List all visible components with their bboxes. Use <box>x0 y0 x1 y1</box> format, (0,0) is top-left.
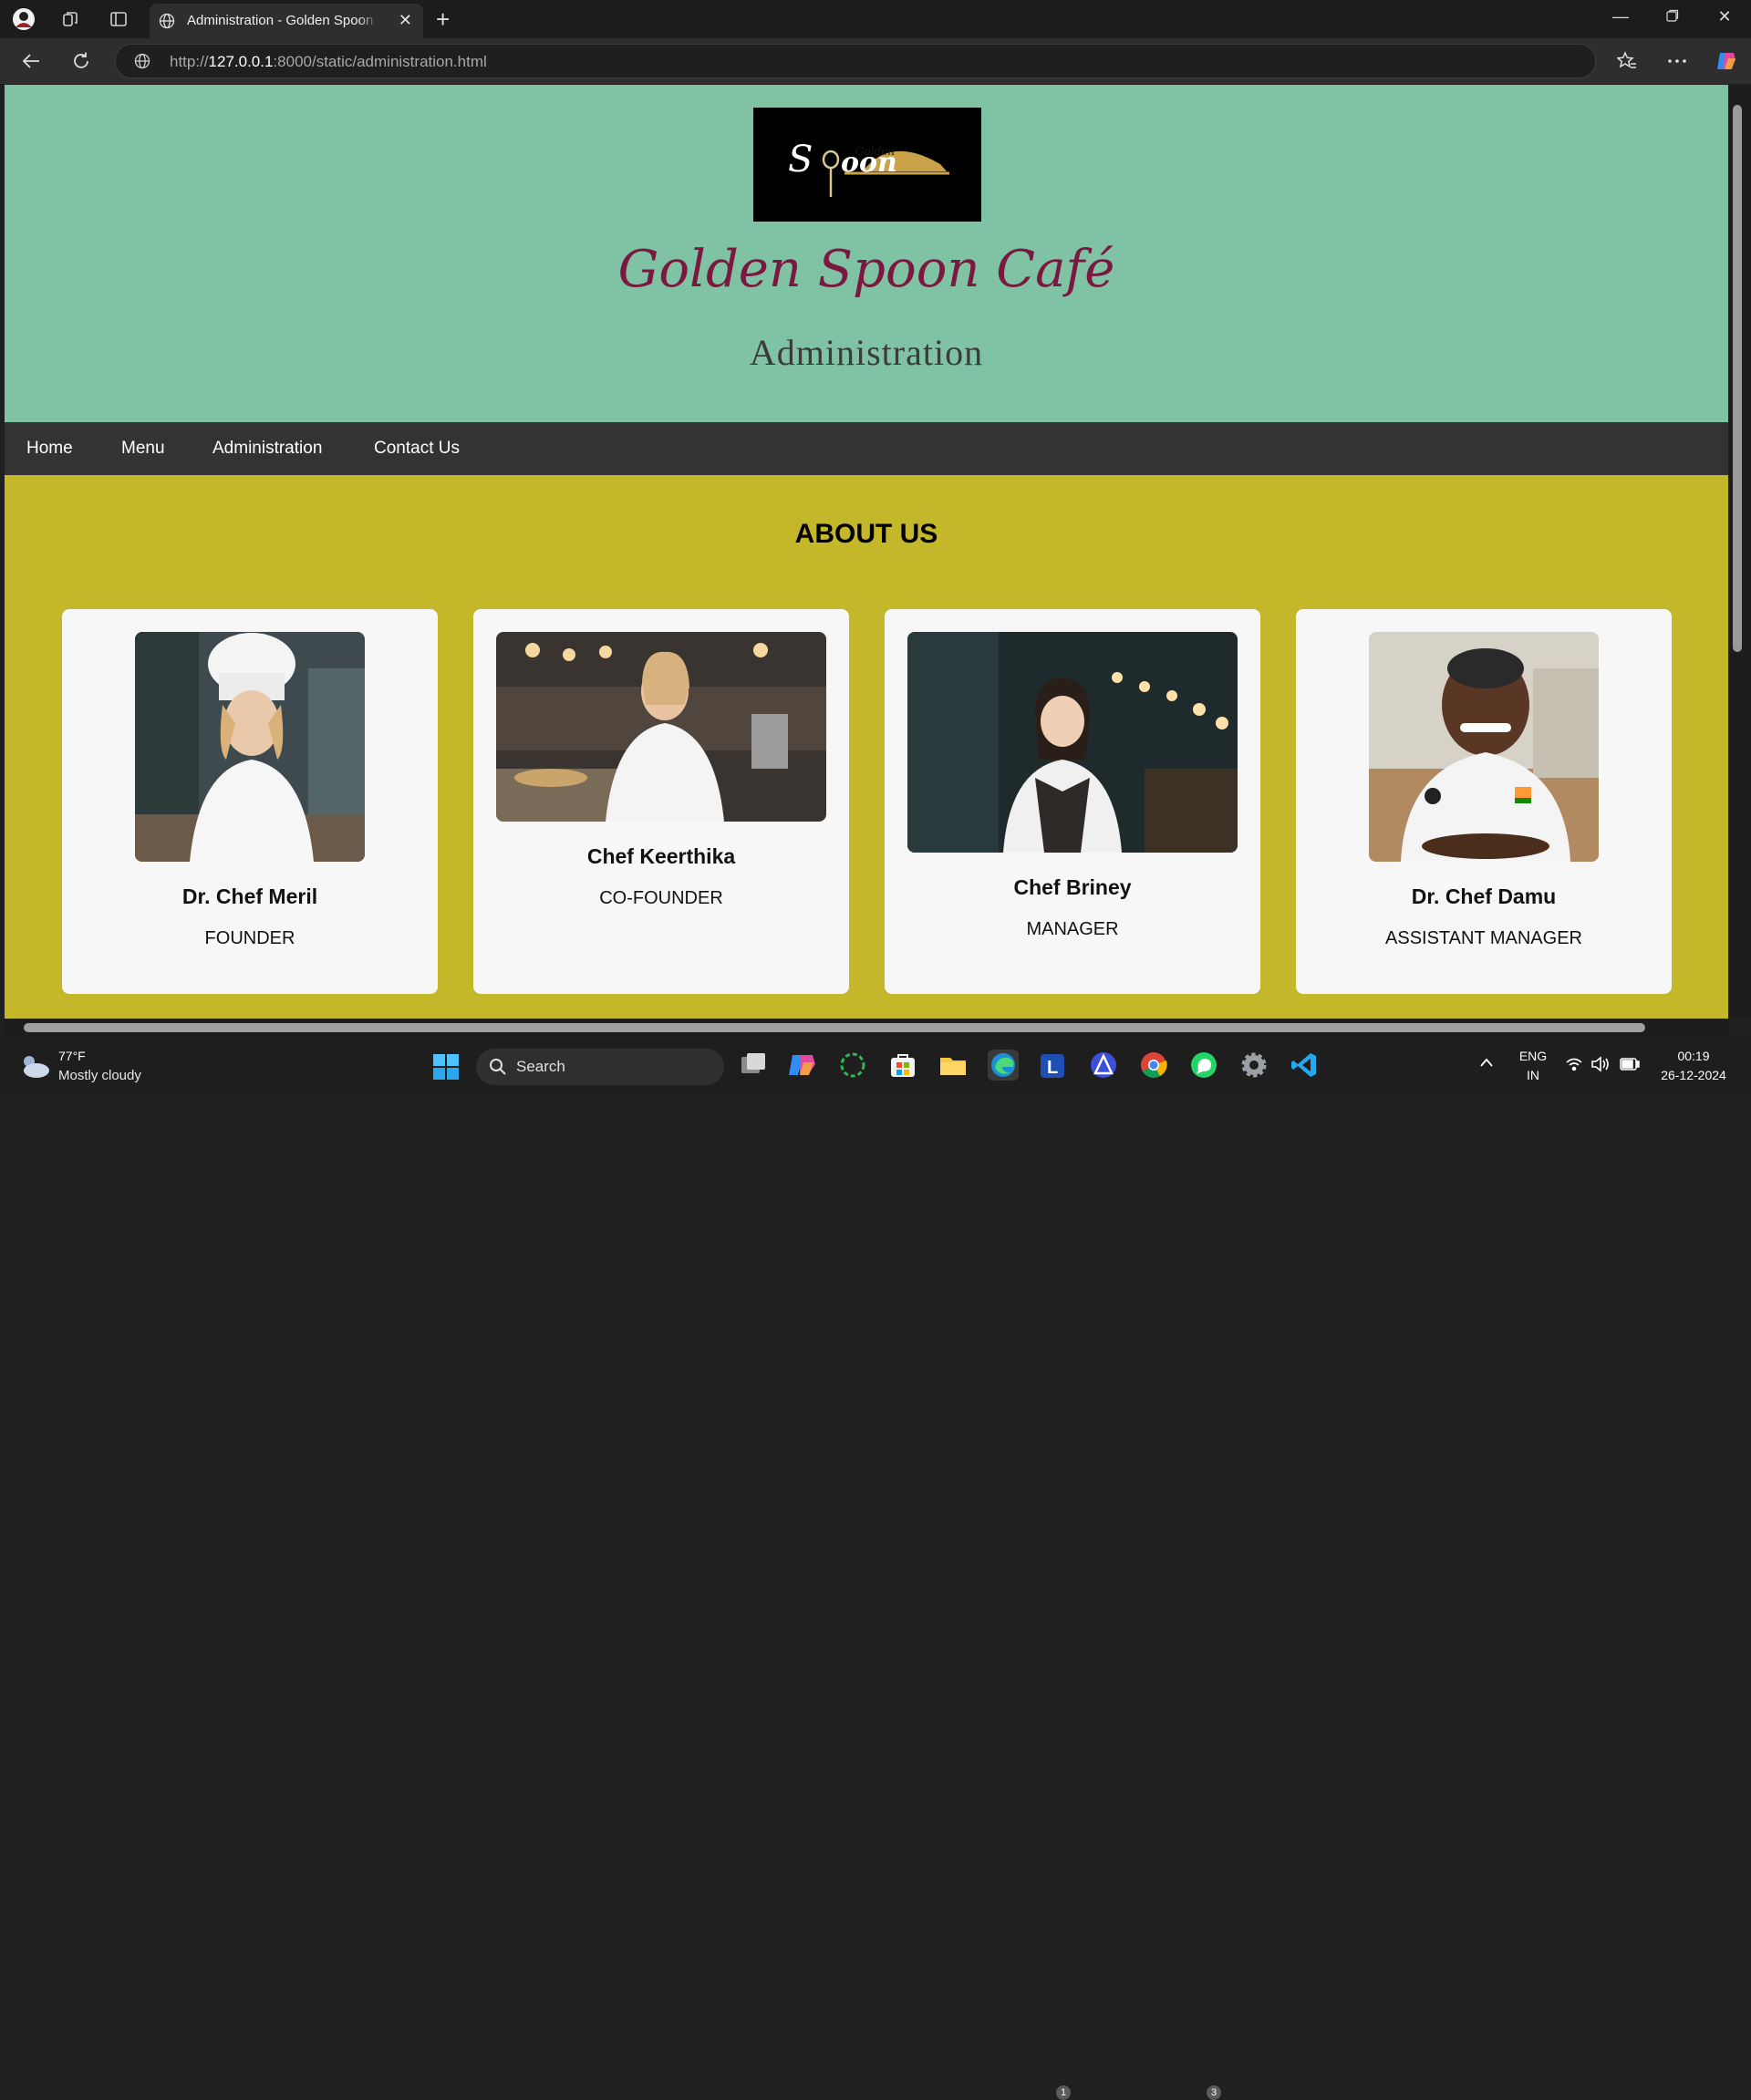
chef-meril-photo <box>135 632 365 862</box>
team-member-name: Dr. Chef Meril <box>181 884 318 908</box>
task-view-icon[interactable] <box>738 1050 769 1081</box>
chevron-up-icon[interactable] <box>1479 1056 1494 1072</box>
page-viewport: S oon Golden Golden Spoon Café Administr… <box>5 85 1728 1019</box>
url-text: http://127.0.0.1:8000/static/administrat… <box>170 53 487 70</box>
cafe-logo: S oon Golden <box>753 108 981 222</box>
svg-text:L: L <box>1047 1058 1058 1078</box>
chef-damu-photo <box>1369 632 1599 862</box>
input-language[interactable]: ENG <box>1514 1049 1552 1063</box>
vertical-tabs-icon[interactable] <box>104 5 133 33</box>
weather-cloud-icon[interactable] <box>18 1050 51 1084</box>
team-member-name: Chef Briney <box>1013 875 1132 899</box>
address-toolbar: http://127.0.0.1:8000/static/administrat… <box>0 38 1751 84</box>
clock-time[interactable]: 00:19 <box>1651 1049 1736 1063</box>
taskbar-search[interactable]: Search <box>476 1049 724 1085</box>
more-options-icon[interactable] <box>1663 47 1692 75</box>
volume-icon[interactable] <box>1590 1056 1611 1077</box>
horizontal-scroll-thumb[interactable] <box>24 1023 1645 1032</box>
nav-menu-link[interactable]: Menu <box>121 439 165 459</box>
about-us-heading: ABOUT US <box>794 519 938 549</box>
close-tab-icon[interactable]: ✕ <box>399 11 412 30</box>
active-tab[interactable]: Administration - Golden Spoon Café ✕ <box>150 4 423 38</box>
restore-icon[interactable] <box>1654 7 1691 26</box>
copilot-icon[interactable] <box>1712 47 1741 75</box>
header-banner: S oon Golden Golden Spoon Café Administr… <box>5 85 1728 422</box>
search-label: Search <box>516 1058 565 1075</box>
favorites-icon[interactable] <box>1612 47 1642 75</box>
team-member-name: Dr. Chef Damu <box>1411 884 1557 908</box>
globe-icon <box>159 13 175 33</box>
team-member-role: FOUNDER <box>204 928 295 948</box>
svg-text:Golden: Golden <box>855 145 895 158</box>
delta-app-icon[interactable] <box>1088 1050 1119 1081</box>
copilot-app-icon[interactable] <box>787 1050 818 1081</box>
nav-administration-link[interactable]: Administration <box>212 439 322 459</box>
new-tab-icon[interactable]: + <box>436 5 450 34</box>
nav-contact-link[interactable]: Contact Us <box>374 439 460 459</box>
battery-icon[interactable] <box>1620 1058 1640 1075</box>
chef-briney-photo <box>907 632 1238 853</box>
profile-avatar-icon[interactable] <box>9 5 38 33</box>
main-navigation: Home Menu Administration Contact Us <box>5 422 1728 475</box>
notification-badge: 3 <box>1207 2085 1221 2100</box>
chef-keerthika-photo <box>496 632 826 822</box>
input-region[interactable]: IN <box>1514 1068 1552 1082</box>
team-member-name: Chef Keerthika <box>586 844 736 868</box>
team-member-role: ASSISTANT MANAGER <box>1385 928 1582 948</box>
close-window-icon[interactable]: ✕ <box>1706 7 1743 26</box>
back-arrow-icon[interactable] <box>16 47 46 75</box>
lexis-app-icon[interactable]: L <box>1038 1050 1069 1081</box>
windows-taskbar: 77°F Mostly cloudy Search L 1 3 ENG IN 0… <box>0 1038 1751 2100</box>
nav-home-link[interactable]: Home <box>26 439 73 459</box>
minimize-icon[interactable]: — <box>1602 7 1639 26</box>
vscode-icon[interactable] <box>1289 1050 1320 1081</box>
whatsapp-icon[interactable] <box>1188 1050 1219 1081</box>
team-card: Dr. Chef Damu ASSISTANT MANAGER <box>1296 609 1672 994</box>
team-card: Dr. Chef Meril FOUNDER <box>62 609 438 994</box>
refresh-icon[interactable] <box>67 47 96 75</box>
address-field[interactable]: http://127.0.0.1:8000/static/administrat… <box>115 44 1596 78</box>
weather-condition: Mostly cloudy <box>58 1068 141 1083</box>
page-heading: Administration <box>749 332 984 373</box>
wifi-icon[interactable] <box>1565 1056 1583 1077</box>
site-info-icon[interactable] <box>134 53 150 74</box>
team-member-role: CO-FOUNDER <box>599 888 723 908</box>
weather-temperature: 77°F <box>58 1049 86 1063</box>
team-member-role: MANAGER <box>1026 919 1119 939</box>
chrome-icon[interactable] <box>1138 1050 1169 1081</box>
notification-badge: 1 <box>1056 2085 1071 2100</box>
team-card: Chef Briney MANAGER <box>885 609 1260 994</box>
refresh-app-icon[interactable] <box>837 1050 868 1081</box>
browser-tab-bar: Administration - Golden Spoon Café ✕ + —… <box>0 0 1751 38</box>
svg-text:S: S <box>788 139 813 181</box>
workspaces-icon[interactable] <box>56 5 85 33</box>
tab-title: Administration - Golden Spoon Café <box>187 13 378 28</box>
site-title: Golden Spoon Café <box>617 240 1115 299</box>
settings-gear-icon[interactable] <box>1238 1050 1269 1081</box>
file-explorer-icon[interactable] <box>938 1050 969 1081</box>
edge-browser-icon[interactable] <box>988 1050 1019 1081</box>
clock-date[interactable]: 26-12-2024 <box>1651 1068 1736 1082</box>
windows-start-icon[interactable] <box>432 1053 460 1085</box>
team-card: Chef Keerthika CO-FOUNDER <box>473 609 849 994</box>
search-icon <box>489 1058 507 1081</box>
vertical-scroll-thumb[interactable] <box>1733 105 1742 652</box>
microsoft-store-icon[interactable] <box>887 1050 918 1081</box>
